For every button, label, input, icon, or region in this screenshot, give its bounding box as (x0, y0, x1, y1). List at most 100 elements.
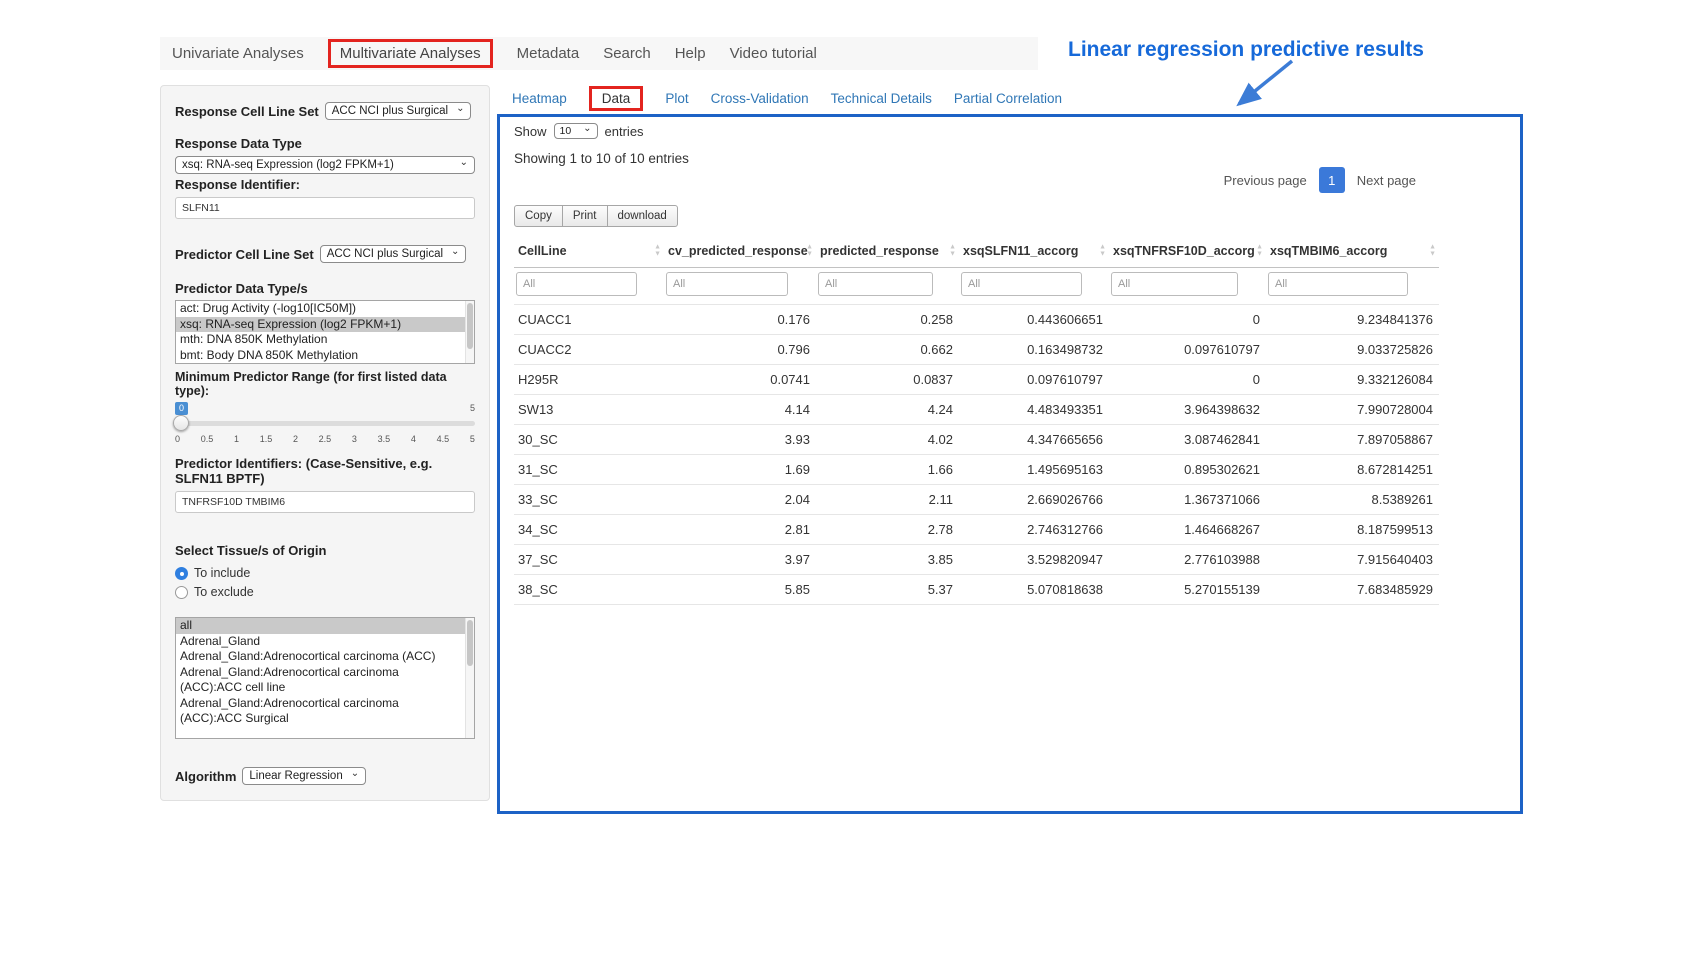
slider-handle[interactable] (173, 415, 189, 431)
column-header-xsqtnfrsf10d-accorg[interactable]: xsqTNFRSF10D_accorg▲▼ (1109, 235, 1266, 268)
scrollbar[interactable] (465, 301, 474, 363)
response-cell-line-set-select[interactable]: ACC NCI plus Surgical ⌄ (325, 102, 472, 120)
sort-icon[interactable]: ▲▼ (654, 245, 661, 258)
tissue-origin-option[interactable]: Adrenal_Gland:Adrenocortical carcinoma (… (176, 649, 474, 665)
predictor-data-types-listbox[interactable]: act: Drug Activity (-log10[IC50M])xsq: R… (175, 300, 475, 364)
sort-desc-icon: ▼ (949, 251, 956, 258)
nav-item-video-tutorial[interactable]: Video tutorial (730, 45, 817, 62)
predictor-data-type-option[interactable]: xsq: RNA-seq Expression (log2 FPKM+1) (176, 317, 474, 333)
column-header-xsqslfn11-accorg[interactable]: xsqSLFN11_accorg ▲▼ (959, 235, 1109, 268)
tissue-origin-label: Select Tissue/s of Origin (175, 543, 475, 558)
cell-xsqtmbim6-accorg: 8.5389261 (1266, 485, 1439, 515)
cell-cv-predicted-response: 1.69 (664, 455, 816, 485)
column-filter-cv-predicted-response[interactable] (666, 272, 788, 296)
tab-plot[interactable]: Plot (665, 91, 688, 106)
nav-item-help[interactable]: Help (675, 45, 706, 62)
predictor-identifiers-input[interactable] (175, 491, 475, 513)
previous-page-button[interactable]: Previous page (1224, 173, 1307, 188)
select-value: Linear Regression (249, 770, 342, 782)
copy-button[interactable]: Copy (514, 205, 563, 227)
tab-partial-correlation[interactable]: Partial Correlation (954, 91, 1062, 106)
predictor-cell-line-set-select[interactable]: ACC NCI plus Surgical ⌄ (320, 245, 467, 263)
predictor-data-type-option[interactable]: act: Drug Activity (-log10[IC50M]) (176, 301, 474, 317)
table-filter-row (514, 268, 1439, 305)
column-header-label: xsqSLFN11_accorg (963, 244, 1078, 258)
show-entries-prefix: Show (514, 124, 547, 139)
column-filter-cellline[interactable] (516, 272, 637, 296)
scrollbar-thumb[interactable] (467, 303, 473, 349)
response-identifier-label: Response Identifier: (175, 177, 475, 192)
tab-data[interactable]: Data (589, 86, 644, 111)
slider-tick: 0 (175, 434, 180, 444)
column-filter-xsqtnfrsf10d-accorg[interactable] (1111, 272, 1238, 296)
cell-xsqtmbim6-accorg: 9.332126084 (1266, 365, 1439, 395)
slider-tick: 3 (352, 434, 357, 444)
page-length-select[interactable]: 10 ⌄ (554, 123, 598, 139)
results-tabbar: Heatmap Data Plot Cross-Validation Technical… (512, 86, 1062, 111)
tab-heatmap[interactable]: Heatmap (512, 91, 567, 106)
slider-tick: 0.5 (201, 434, 214, 444)
column-header-cv-predicted-response[interactable]: cv_predicted_response▲▼ (664, 235, 816, 268)
nav-item-multivariate-analyses[interactable]: Multivariate Analyses (328, 39, 493, 68)
tissue-origin-option[interactable]: Adrenal_Gland (176, 634, 474, 650)
sort-icon[interactable]: ▲▼ (806, 245, 813, 258)
nav-item-search[interactable]: Search (603, 45, 651, 62)
table-row: 38_SC5.855.375.0708186385.2701551397.683… (514, 575, 1439, 605)
predictor-data-type-option[interactable]: bmt: Body DNA 850K Methylation (176, 348, 474, 364)
scrollbar[interactable] (465, 618, 474, 738)
tissue-origin-listbox[interactable]: allAdrenal_GlandAdrenal_Gland:Adrenocort… (175, 617, 475, 739)
sort-icon[interactable]: ▲▼ (1429, 245, 1436, 258)
next-page-button[interactable]: Next page (1357, 173, 1416, 188)
sort-icon[interactable]: ▲▼ (1099, 245, 1106, 258)
algorithm-select[interactable]: Linear Regression ⌄ (242, 767, 366, 785)
column-header-xsqtmbim6-accorg[interactable]: xsqTMBIM6_accorg▲▼ (1266, 235, 1439, 268)
tab-cross-validation[interactable]: Cross-Validation (711, 91, 809, 106)
min-predictor-range-slider[interactable]: 0 5 00.511.522.533.544.55 (175, 402, 475, 444)
slider-tick: 5 (470, 434, 475, 444)
select-value: ACC NCI plus Surgical (332, 105, 448, 117)
tab-technical-details[interactable]: Technical Details (831, 91, 932, 106)
response-identifier-input[interactable] (175, 197, 475, 219)
nav-item-univariate-analyses[interactable]: Univariate Analyses (172, 45, 304, 62)
print-button[interactable]: Print (562, 205, 608, 227)
cell-xsqslfn11-accorg: 4.347665656 (959, 425, 1109, 455)
cell-xsqslfn11-accorg: 3.529820947 (959, 545, 1109, 575)
column-filter-predicted-response[interactable] (818, 272, 933, 296)
slider-ticks: 00.511.522.533.544.55 (175, 434, 475, 444)
column-filter-xsqslfn11-accorg[interactable] (961, 272, 1082, 296)
slider-track[interactable] (175, 421, 475, 426)
tissue-exclude-radio[interactable]: To exclude (175, 585, 475, 599)
tissue-origin-option[interactable]: Adrenal_Gland:Adrenocortical carcinoma (… (176, 696, 474, 727)
cell-xsqtmbim6-accorg: 8.672814251 (1266, 455, 1439, 485)
cell-xsqtnfrsf10d-accorg: 5.270155139 (1109, 575, 1266, 605)
scrollbar-thumb[interactable] (467, 620, 473, 666)
showing-entries-text: Showing 1 to 10 of 10 entries (514, 151, 689, 166)
cell-cv-predicted-response: 5.85 (664, 575, 816, 605)
sort-desc-icon: ▼ (654, 251, 661, 258)
sort-icon[interactable]: ▲▼ (949, 245, 956, 258)
tissue-origin-option[interactable]: all (176, 618, 474, 634)
column-filter-xsqtmbim6-accorg[interactable] (1268, 272, 1408, 296)
cell-predicted-response: 4.24 (816, 395, 959, 425)
sort-icon[interactable]: ▲▼ (1256, 245, 1263, 258)
cell-cellline: 37_SC (514, 545, 664, 575)
current-page-button[interactable]: 1 (1319, 167, 1345, 193)
cell-xsqtmbim6-accorg: 9.234841376 (1266, 305, 1439, 335)
column-header-cellline[interactable]: CellLine▲▼ (514, 235, 664, 268)
tissue-origin-option[interactable]: Adrenal_Gland:Adrenocortical carcinoma (… (176, 665, 474, 696)
tissue-include-radio[interactable]: To include (175, 566, 475, 580)
predictor-identifiers-label: Predictor Identifiers: (Case-Sensitive, … (175, 456, 475, 486)
cell-cv-predicted-response: 3.97 (664, 545, 816, 575)
download-button[interactable]: download (607, 205, 678, 227)
response-data-type-select[interactable]: xsq: RNA-seq Expression (log2 FPKM+1) ⌄ (175, 156, 475, 174)
column-header-predicted-response[interactable]: predicted_response▲▼ (816, 235, 959, 268)
cell-xsqslfn11-accorg: 5.070818638 (959, 575, 1109, 605)
results-table: CellLine▲▼cv_predicted_response▲▼predict… (514, 235, 1439, 605)
cell-cv-predicted-response: 0.0741 (664, 365, 816, 395)
select-value: ACC NCI plus Surgical (327, 248, 443, 260)
nav-item-metadata[interactable]: Metadata (517, 45, 580, 62)
predictor-data-type-option[interactable]: mth: DNA 850K Methylation (176, 332, 474, 348)
response-cell-line-set-label: Response Cell Line Set (175, 104, 319, 119)
table-row: 34_SC2.812.782.7463127661.4646682678.187… (514, 515, 1439, 545)
cell-cv-predicted-response: 0.176 (664, 305, 816, 335)
